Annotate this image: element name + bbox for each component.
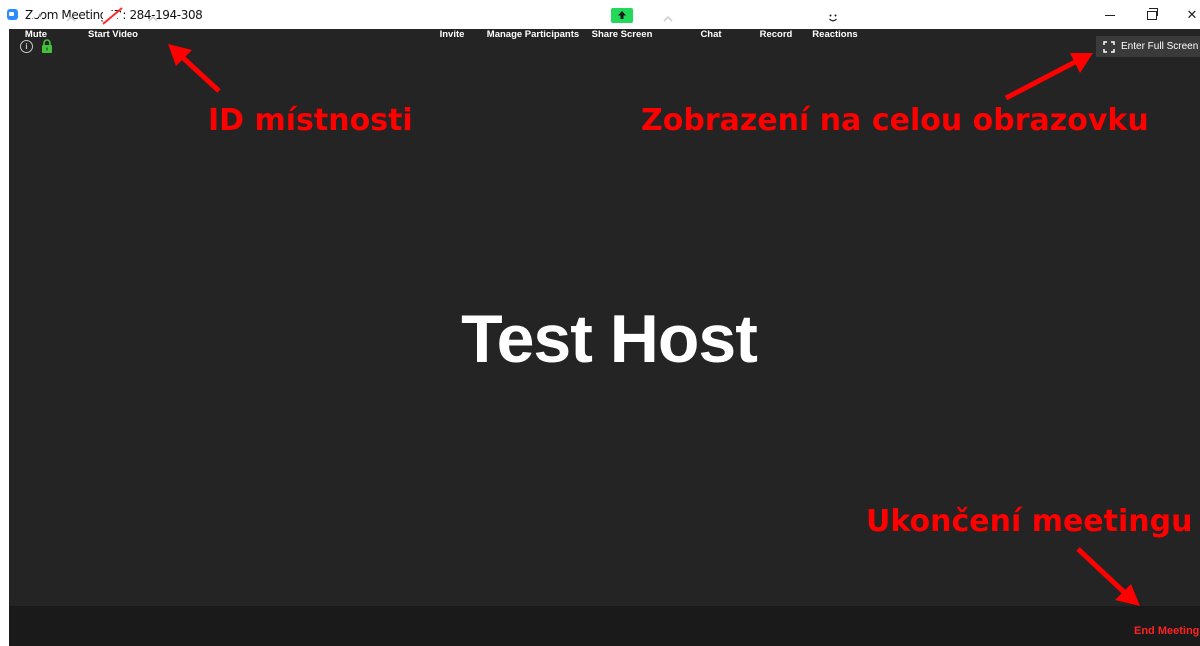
mute-button[interactable]: Mute	[21, 0, 51, 40]
start-video-button[interactable]: Start Video	[85, 0, 141, 40]
reactions-icon	[825, 6, 845, 25]
chat-icon	[702, 7, 720, 24]
share-screen-label: Share Screen	[591, 29, 653, 40]
annotation-end-meeting: Ukončení meetingu	[866, 504, 1193, 539]
end-meeting-button[interactable]: End Meeting	[1134, 625, 1199, 637]
reactions-button[interactable]: Reactions	[811, 0, 859, 40]
zoom-app-icon	[7, 9, 18, 20]
chat-button[interactable]: Chat	[696, 0, 726, 40]
minimize-button[interactable]	[1100, 6, 1120, 24]
add-person-icon	[442, 7, 462, 24]
meeting-toolbar	[9, 606, 1200, 646]
invite-button[interactable]: Invite	[434, 0, 470, 40]
maximize-button[interactable]	[1142, 6, 1162, 24]
manage-participants-label: Manage Participants	[486, 29, 580, 40]
host-name: Test Host	[461, 301, 758, 377]
participants-count: 1	[546, 5, 552, 16]
record-label: Record	[759, 29, 793, 40]
info-icon[interactable]: i	[20, 40, 33, 53]
lock-icon[interactable]	[41, 39, 53, 53]
chevron-up-icon[interactable]	[65, 14, 77, 24]
manage-participants-button[interactable]: 1 Manage Participants	[484, 0, 582, 41]
chevron-up-icon[interactable]	[662, 14, 674, 24]
chevron-up-icon[interactable]	[147, 14, 159, 24]
start-video-label: Start Video	[88, 29, 138, 40]
reactions-label: Reactions	[812, 29, 858, 40]
participants-icon	[517, 7, 541, 24]
annotation-room-id: ID místnosti	[208, 103, 413, 138]
close-button[interactable]: ✕	[1182, 6, 1200, 24]
share-screen-icon	[611, 8, 633, 23]
microphone-icon	[29, 5, 43, 25]
mute-label: Mute	[24, 29, 48, 40]
invite-label: Invite	[439, 29, 465, 40]
record-icon	[766, 6, 786, 25]
video-off-icon	[102, 6, 123, 25]
chat-label: Chat	[700, 29, 722, 40]
share-screen-button[interactable]: Share Screen	[592, 0, 652, 40]
enter-full-screen-button[interactable]: Enter Full Screen	[1096, 36, 1200, 57]
record-button[interactable]: Record	[756, 0, 796, 40]
fullscreen-icon	[1103, 40, 1115, 53]
annotation-fullscreen: Zobrazení na celou obrazovku	[641, 103, 1149, 138]
enter-full-screen-label: Enter Full Screen	[1121, 41, 1199, 52]
